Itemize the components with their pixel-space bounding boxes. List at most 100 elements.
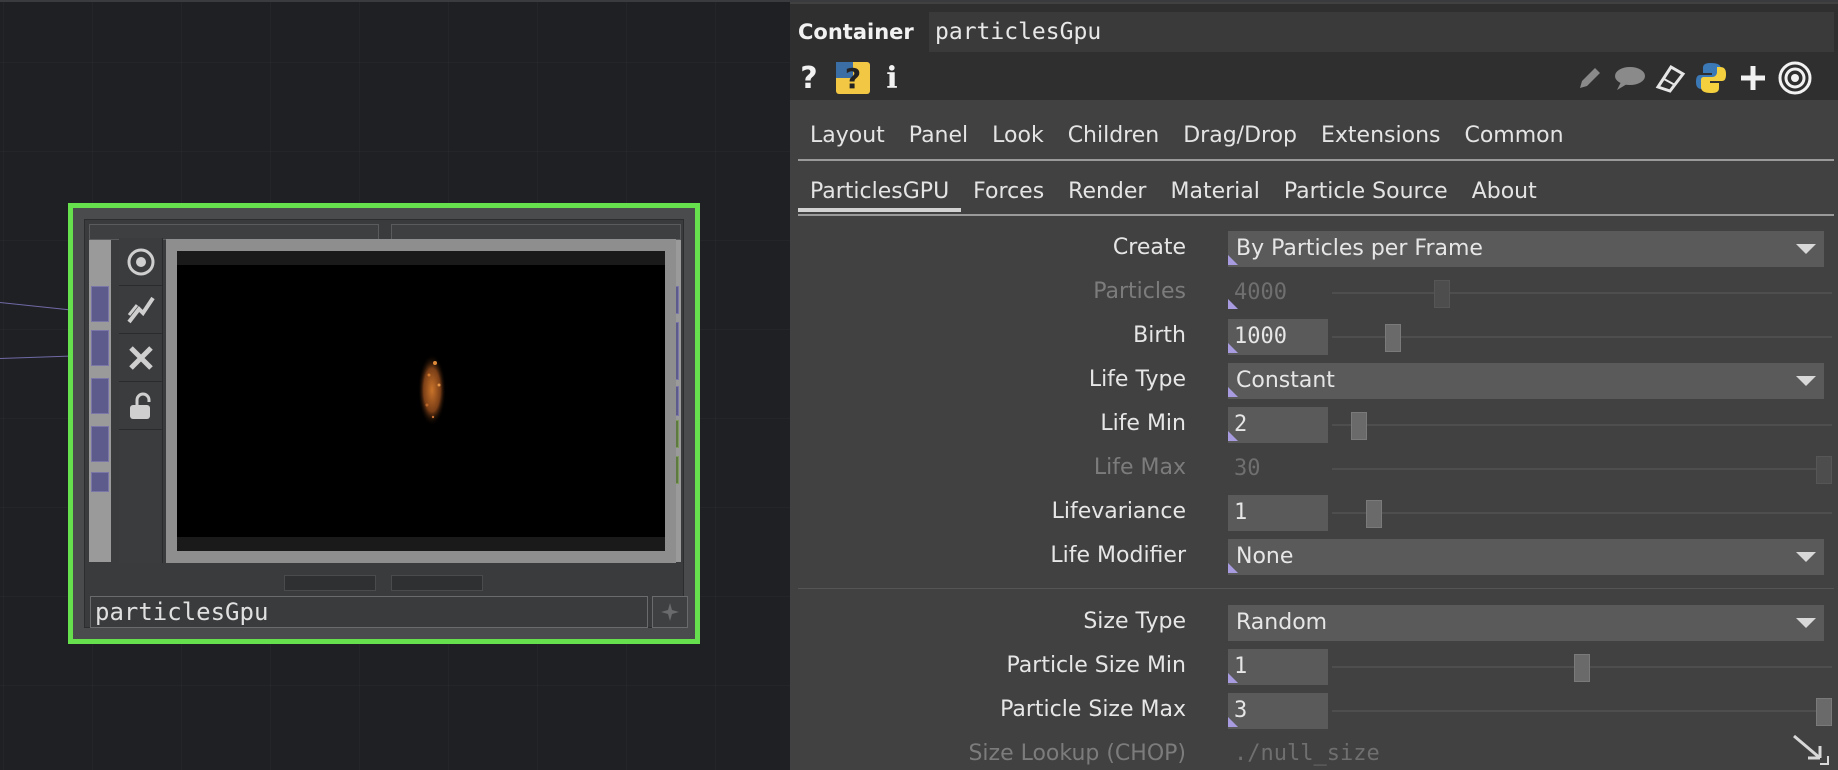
param-label: Particle Size Max <box>1000 697 1186 722</box>
network-editor[interactable]: particlesGpu <box>0 0 790 770</box>
particle-size-max-slider[interactable] <box>1816 698 1832 726</box>
help-icon[interactable]: ? <box>796 60 822 96</box>
param-label: Size Lookup (CHOP) <box>968 741 1186 766</box>
tab-layout[interactable]: Layout <box>798 116 897 156</box>
operator-name-field[interactable]: particlesGpu <box>929 12 1834 52</box>
comment-icon[interactable] <box>1612 60 1648 96</box>
expression-corner <box>1228 343 1238 353</box>
expression-corner <box>1228 255 1238 265</box>
tab-particle-source[interactable]: Particle Source <box>1272 172 1460 212</box>
input-port[interactable] <box>91 426 109 462</box>
tab-extensions[interactable]: Extensions <box>1309 116 1452 156</box>
close-icon[interactable] <box>119 334 163 382</box>
param-lifevariance: Lifevariance 1 <box>790 493 1838 533</box>
node-bottom-tab <box>391 575 483 591</box>
parameter-panel: Container particlesGpu ? ? i Layout Pane… <box>790 0 1838 770</box>
param-label: Particle Size Min <box>1006 653 1186 678</box>
param-label: Size Type <box>1083 609 1186 634</box>
param-particle-size-min: Particle Size Min 1 <box>790 647 1838 687</box>
tab-forces[interactable]: Forces <box>961 172 1056 212</box>
particles-render <box>418 354 446 426</box>
add-icon[interactable] <box>1736 60 1770 96</box>
container-node[interactable]: particlesGpu <box>68 203 700 644</box>
particles-field: 4000 <box>1234 280 1287 305</box>
particle-size-min-field[interactable]: 1 <box>1228 649 1328 685</box>
param-birth: Birth 1000 <box>790 317 1838 357</box>
python-help-icon[interactable]: ? <box>834 60 872 96</box>
slider-track <box>1332 468 1832 470</box>
tab-common[interactable]: Common <box>1452 116 1575 156</box>
page-tabs-row-2: ParticlesGPU Forces Render Material Part… <box>798 172 1834 212</box>
slider-track <box>1332 512 1832 514</box>
resize-handle-icon[interactable] <box>1790 732 1830 768</box>
param-label: Create <box>1112 235 1186 260</box>
tab-divider <box>798 214 1834 216</box>
param-life-modifier: Life Modifier None <box>790 537 1838 577</box>
param-create: Create By Particles per Frame <box>790 229 1838 269</box>
param-label: Life Max <box>1093 455 1186 480</box>
node-body: particlesGpu <box>84 219 688 628</box>
input-port[interactable] <box>91 378 109 414</box>
dropdown-value: Random <box>1236 610 1328 635</box>
tab-divider <box>798 159 1834 161</box>
life-min-slider[interactable] <box>1351 412 1368 440</box>
expression-corner <box>1228 387 1238 397</box>
param-label: Particles <box>1093 279 1186 304</box>
add-icon[interactable] <box>652 596 688 628</box>
dropdown-value: Constant <box>1236 368 1335 393</box>
viewer-icon[interactable] <box>1776 60 1814 96</box>
birth-slider[interactable] <box>1385 324 1402 352</box>
bypass-icon[interactable] <box>119 286 163 334</box>
life-max-field: 30 <box>1234 456 1261 481</box>
param-label: Life Modifier <box>1050 543 1186 568</box>
edit-icon[interactable] <box>1574 60 1606 96</box>
viewer-active-icon[interactable] <box>119 238 163 286</box>
node-viewer-frame <box>166 239 676 563</box>
param-label: Lifevariance <box>1051 499 1186 524</box>
tab-material[interactable]: Material <box>1158 172 1271 212</box>
param-life-max: Life Max 30 <box>790 449 1838 489</box>
input-port[interactable] <box>91 330 109 366</box>
info-icon[interactable]: i <box>882 60 902 96</box>
page-tabs-row-1: Layout Panel Look Children Drag/Drop Ext… <box>798 116 1834 156</box>
param-particles: Particles 4000 <box>790 273 1838 313</box>
param-size-type: Size Type Random <box>790 603 1838 643</box>
tab-panel[interactable]: Panel <box>897 116 980 156</box>
panel-header: Container particlesGpu ? ? i <box>790 4 1838 100</box>
dropdown-value: By Particles per Frame <box>1236 236 1483 261</box>
life-type-dropdown[interactable]: Constant <box>1228 363 1824 399</box>
tab-look[interactable]: Look <box>980 116 1056 156</box>
input-port[interactable] <box>91 286 109 322</box>
tab-children[interactable]: Children <box>1056 116 1172 156</box>
slider-track <box>1332 292 1832 294</box>
app-window: particlesGpu Container particlesGpu ? ? … <box>0 0 1838 770</box>
node-name[interactable]: particlesGpu <box>90 596 648 628</box>
birth-field[interactable]: 1000 <box>1228 319 1328 355</box>
param-label: Life Type <box>1088 367 1186 392</box>
input-port[interactable] <box>91 472 109 492</box>
size-type-dropdown[interactable]: Random <box>1228 605 1824 641</box>
tab-drag-drop[interactable]: Drag/Drop <box>1171 116 1309 156</box>
particles-slider <box>1433 280 1450 308</box>
python-icon[interactable] <box>1692 60 1730 96</box>
node-viewer[interactable] <box>177 251 665 551</box>
particle-size-min-slider[interactable] <box>1574 654 1590 682</box>
expression-corner <box>1228 563 1238 573</box>
svg-text:?: ? <box>845 62 861 95</box>
node-top-bar <box>391 224 681 240</box>
dropdown-value: None <box>1236 544 1294 569</box>
param-life-type: Life Type Constant <box>790 361 1838 401</box>
lifevariance-field[interactable]: 1 <box>1228 495 1328 531</box>
tab-about[interactable]: About <box>1460 172 1549 212</box>
chevron-down-icon <box>1796 244 1816 254</box>
clone-icon[interactable] <box>1654 60 1688 96</box>
tab-render[interactable]: Render <box>1056 172 1158 212</box>
size-lookup-field: ./null_size <box>1234 741 1380 766</box>
tab-particlesgpu[interactable]: ParticlesGPU <box>798 172 962 212</box>
lifevariance-slider[interactable] <box>1365 500 1382 528</box>
lock-icon[interactable] <box>119 382 163 430</box>
particle-size-max-field[interactable]: 3 <box>1228 693 1328 729</box>
create-dropdown[interactable]: By Particles per Frame <box>1228 231 1824 267</box>
life-modifier-dropdown[interactable]: None <box>1228 539 1824 575</box>
life-min-field[interactable]: 2 <box>1228 407 1328 443</box>
